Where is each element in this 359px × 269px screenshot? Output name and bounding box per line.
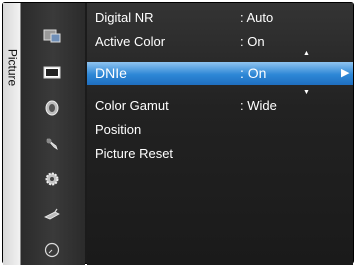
menu-item-value: : Wide — [240, 98, 277, 113]
scroll-up-icon: ▲ — [303, 50, 310, 57]
menu-item-label: Picture Reset — [95, 146, 174, 161]
setup-icon[interactable] — [41, 169, 63, 189]
menu-item-label: DNIe — [95, 65, 127, 81]
menu-item-position[interactable]: Position — [95, 119, 345, 141]
category-icon-column — [21, 3, 85, 265]
time-icon[interactable] — [41, 240, 63, 260]
menu-item-dnie[interactable]: DNIe : On ▶ — [95, 62, 349, 84]
menu-item-value: : On — [240, 34, 265, 49]
menu-item-value: : Auto — [240, 10, 274, 25]
plug-and-play-icon[interactable] — [41, 205, 63, 225]
menu-item-label: Digital NR — [95, 10, 154, 25]
menu-item-picture-reset[interactable]: Picture Reset — [95, 143, 345, 165]
channel-icon[interactable] — [41, 134, 63, 154]
menu-item-value: : On — [240, 65, 267, 81]
enter-arrow-icon: ▶ — [341, 67, 350, 79]
input-icon[interactable] — [41, 26, 63, 46]
menu-item-color-gamut[interactable]: Color Gamut : Wide — [95, 95, 345, 117]
menu-item-label: Color Gamut — [95, 98, 169, 113]
side-tab-label: Picture — [5, 48, 20, 87]
picture-icon[interactable] — [41, 63, 63, 83]
picture-side-tab: Picture — [3, 3, 21, 265]
osd-menu-window: Picture Digital NR: Auto Active Color:… — [2, 2, 354, 265]
sound-icon[interactable] — [41, 98, 63, 118]
menu-item-label: Position — [95, 122, 142, 137]
menu-item-label: Active Color — [95, 34, 166, 49]
menu-item-digital-nr[interactable]: Digital NR : Auto — [95, 7, 345, 29]
